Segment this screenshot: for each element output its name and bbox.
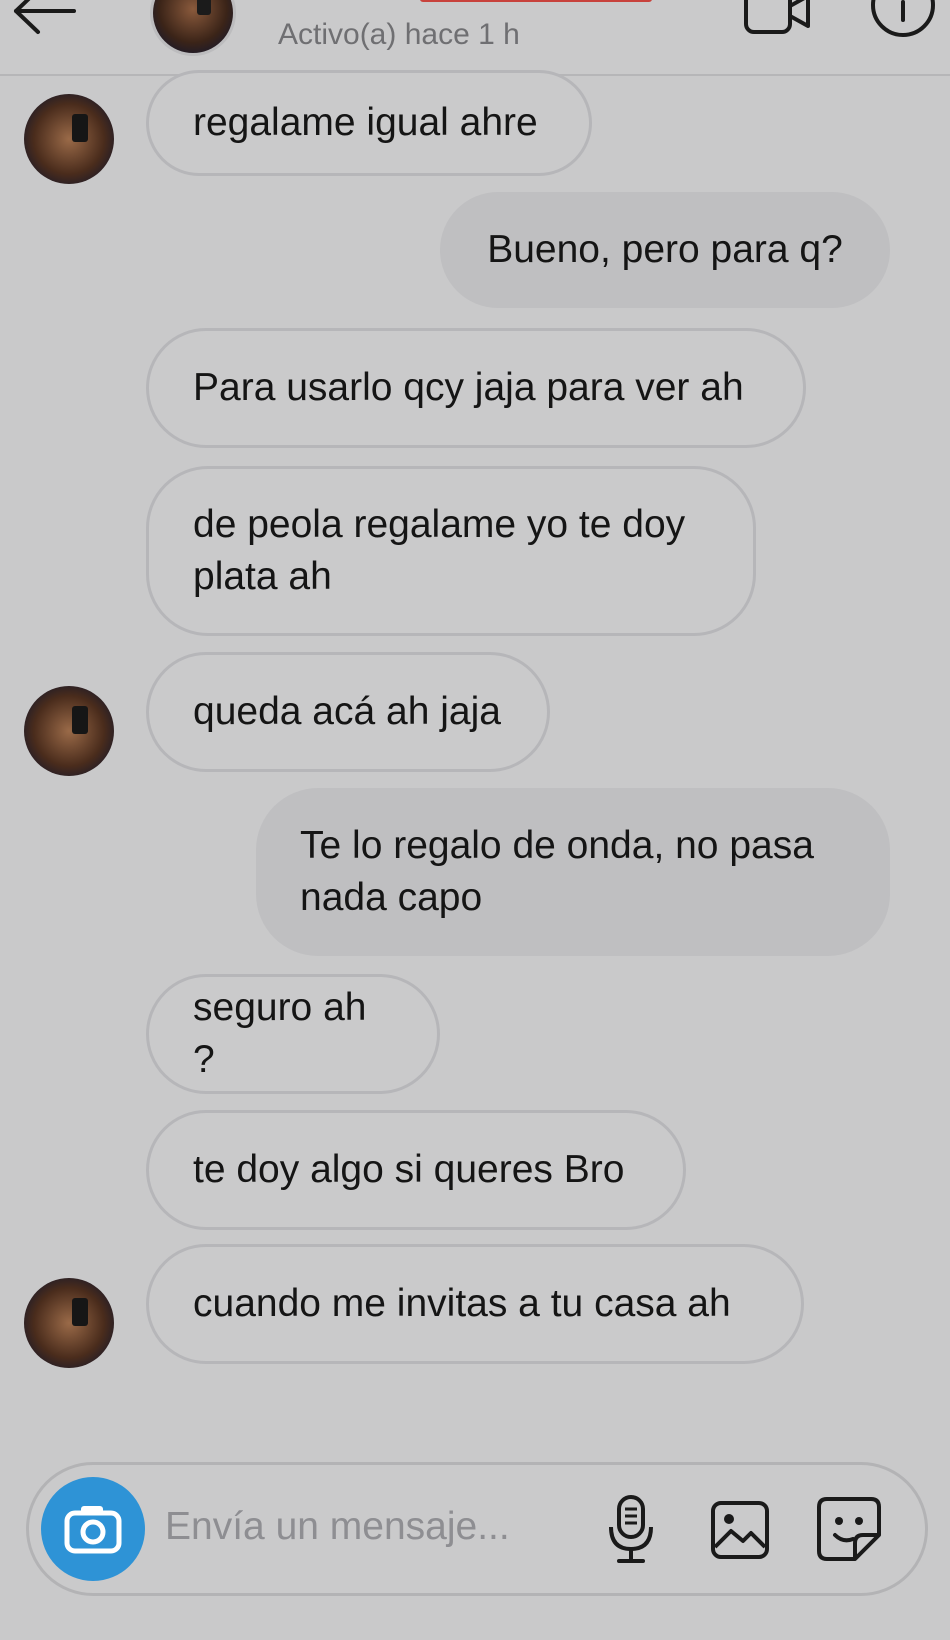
contact-photo bbox=[153, 0, 233, 53]
message-composer bbox=[26, 1462, 928, 1596]
message-text: seguro ah ? bbox=[193, 986, 367, 1081]
active-status: Activo(a) hace 1 h bbox=[278, 18, 520, 51]
message-text: te doy algo si queres Bro bbox=[193, 1148, 625, 1191]
sender-avatar[interactable] bbox=[24, 1278, 114, 1368]
camera-button[interactable] bbox=[41, 1477, 145, 1581]
message-bubble-incoming[interactable]: Para usarlo qcy jaja para ver ah bbox=[146, 328, 806, 448]
message-bubble-incoming[interactable]: de peola regalame yo te doy plata ah bbox=[146, 466, 756, 636]
message-bubble-outgoing[interactable]: Te lo regalo de onda, no pasa nada capo bbox=[256, 788, 890, 956]
contact-avatar[interactable] bbox=[150, 0, 236, 56]
arrow-left-icon[interactable] bbox=[10, 0, 80, 36]
sender-photo bbox=[24, 686, 114, 776]
message-thread[interactable]: regalame igual ahre Bueno, pero para q? … bbox=[0, 70, 950, 1454]
info-icon[interactable] bbox=[868, 0, 938, 40]
message-bubble-incoming[interactable]: cuando me invitas a tu casa ah bbox=[146, 1244, 804, 1364]
message-bubble-incoming[interactable]: seguro ah ? bbox=[146, 974, 440, 1094]
message-bubble-outgoing[interactable]: Bueno, pero para q? bbox=[440, 192, 890, 308]
sticker-icon[interactable] bbox=[815, 1495, 883, 1563]
message-text: queda acá ah jaja bbox=[193, 690, 501, 733]
sender-avatar[interactable] bbox=[24, 686, 114, 776]
message-text: regalame igual ahre bbox=[193, 101, 538, 144]
video-call-icon[interactable] bbox=[742, 0, 812, 36]
sender-avatar[interactable] bbox=[24, 94, 114, 184]
message-text: Para usarlo qcy jaja para ver ah bbox=[193, 366, 744, 409]
message-bubble-incoming[interactable]: queda acá ah jaja bbox=[146, 652, 550, 772]
sender-photo bbox=[24, 94, 114, 184]
message-text: Te lo regalo de onda, no pasa nada capo bbox=[300, 824, 814, 919]
gallery-icon[interactable] bbox=[709, 1499, 771, 1561]
name-redaction-mark bbox=[420, 0, 652, 2]
sender-photo bbox=[24, 1278, 114, 1368]
message-text: cuando me invitas a tu casa ah bbox=[193, 1282, 731, 1325]
message-text: Bueno, pero para q? bbox=[487, 228, 843, 271]
microphone-icon[interactable] bbox=[601, 1493, 661, 1565]
message-bubble-incoming[interactable]: regalame igual ahre bbox=[146, 70, 592, 176]
camera-icon bbox=[64, 1506, 122, 1554]
chat-header: Activo(a) hace 1 h bbox=[0, 0, 950, 76]
message-input[interactable] bbox=[165, 1495, 565, 1559]
message-bubble-incoming[interactable]: te doy algo si queres Bro bbox=[146, 1110, 686, 1230]
message-text: de peola regalame yo te doy plata ah bbox=[193, 503, 686, 598]
